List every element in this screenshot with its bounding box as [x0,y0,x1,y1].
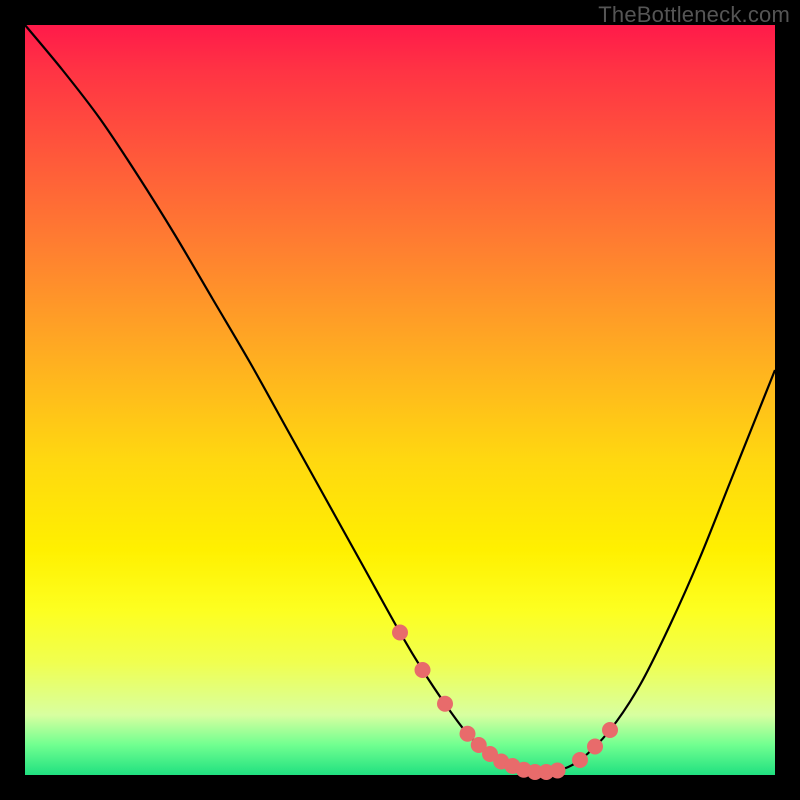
chart-container: TheBottleneck.com [0,0,800,800]
chart-svg [25,25,775,775]
marker-point [392,625,408,641]
watermark-text: TheBottleneck.com [598,2,790,28]
marker-point [550,763,566,779]
bottleneck-curve [25,25,775,772]
marker-point [415,662,431,678]
highlight-markers [392,625,618,781]
marker-point [602,722,618,738]
marker-point [437,696,453,712]
marker-point [587,739,603,755]
marker-point [572,752,588,768]
plot-area [25,25,775,775]
